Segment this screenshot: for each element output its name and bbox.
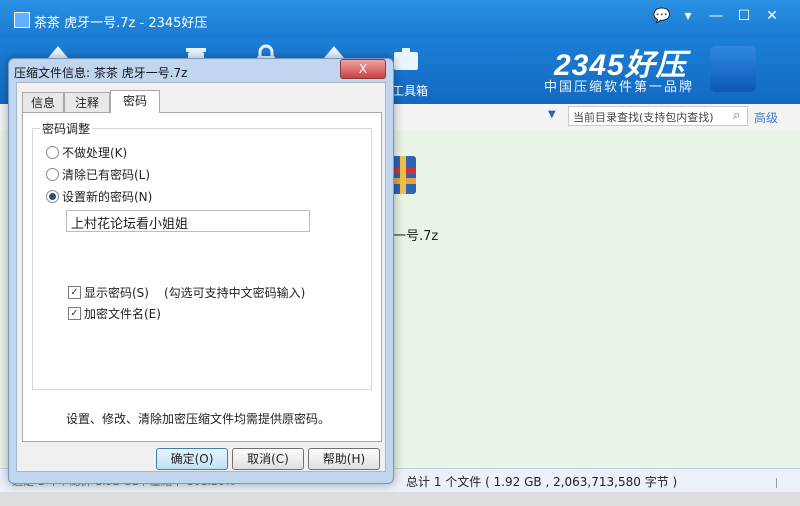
radio-label-no-change[interactable]: 不做处理(K)	[62, 144, 127, 161]
close-icon[interactable]: ✕	[760, 8, 784, 24]
toolbox-label[interactable]: 工具箱	[392, 82, 428, 99]
radio-label-set-new-password[interactable]: 设置新的密码(N)	[62, 188, 152, 205]
chat-icon[interactable]: 💬	[650, 8, 674, 24]
show-password-label[interactable]: 显示密码(S)	[84, 284, 149, 301]
cancel-button[interactable]: 取消(C)	[232, 448, 304, 470]
resize-grip-icon[interactable]	[776, 478, 787, 488]
show-password-checkbox[interactable]: ✓	[68, 286, 81, 299]
group-title: 密码调整	[40, 120, 93, 137]
maximize-icon[interactable]: ☐	[732, 8, 756, 24]
password-input[interactable]: 上村花论坛看小姐姐	[66, 210, 310, 232]
tab-comment[interactable]: 注释	[64, 92, 110, 112]
radio-no-change[interactable]	[46, 146, 59, 159]
dialog-title: 压缩文件信息: 茶茶 虎牙一号.7z	[14, 66, 188, 80]
menu-icon[interactable]: ▾	[676, 8, 700, 24]
tab-password[interactable]: 密码	[110, 90, 160, 113]
app-icon	[14, 12, 30, 28]
advanced-search-link[interactable]: 高级	[754, 109, 778, 126]
encrypt-names-label[interactable]: 加密文件名(E)	[84, 305, 161, 322]
chevron-down-icon[interactable]: ▼	[548, 109, 556, 120]
status-summary: 总计 1 个文件 ( 1.92 GB , 2,063,713,580 字节 )	[406, 475, 678, 489]
window-title: 茶茶 虎牙一号.7z - 2345好压	[34, 16, 208, 31]
search-input[interactable]: 当前目录查找(支持包内查找)	[568, 106, 748, 126]
ok-button[interactable]: 确定(O)	[156, 448, 228, 470]
radio-set-new-password[interactable]	[46, 190, 59, 203]
tab-info[interactable]: 信息	[22, 92, 64, 112]
desktop-strip	[0, 492, 800, 506]
encrypt-names-checkbox[interactable]: ✓	[68, 307, 81, 320]
brand-slogan: 中国压缩软件第一品牌	[544, 80, 695, 95]
radio-clear-password[interactable]	[46, 168, 59, 181]
password-note: 设置、修改、清除加密压缩文件均需提供原密码。	[66, 412, 331, 426]
logo-icon	[710, 46, 756, 92]
help-button[interactable]: 帮助(H)	[308, 448, 380, 470]
show-password-hint: (勾选可支持中文密码输入)	[164, 286, 306, 300]
minimize-icon[interactable]: —	[704, 8, 728, 24]
radio-label-clear-password[interactable]: 清除已有密码(L)	[62, 166, 150, 183]
dialog-close-button[interactable]: X	[340, 59, 386, 79]
search-icon[interactable]: ⌕	[733, 108, 740, 123]
toolbox-icon[interactable]	[390, 44, 422, 74]
